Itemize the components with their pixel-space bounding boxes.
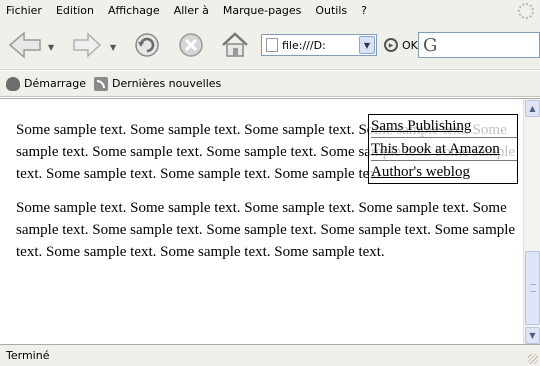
search-engine-icon[interactable]: G (423, 35, 437, 56)
forward-button[interactable] (72, 30, 102, 60)
menu-affichage[interactable]: Affichage (108, 0, 160, 22)
resize-grip-icon[interactable] (528, 354, 538, 364)
paragraph: Some sample text. Some sample text. Some… (16, 200, 516, 260)
menu-fichier[interactable]: Fichier (6, 0, 42, 22)
link-sams-publishing[interactable]: Sams Publishing (371, 115, 517, 138)
forward-dropdown-icon[interactable]: ▼ (110, 43, 116, 52)
home-icon (222, 32, 248, 57)
bookmark-demarrage[interactable]: Démarrage (6, 76, 87, 91)
url-text[interactable]: file:///D: (282, 39, 359, 52)
floating-link-box: Sams Publishing This book at Amazon Auth… (368, 114, 518, 184)
menu-outils[interactable]: Outils (315, 0, 347, 22)
rss-icon (94, 76, 109, 91)
search-bar[interactable]: G (418, 32, 540, 58)
status-text: Terminé (6, 349, 50, 362)
link-book-at-amazon[interactable]: This book at Amazon (371, 138, 517, 161)
go-icon: ▶ (384, 38, 398, 52)
bookmark-dernieres-nouvelles[interactable]: Dernières nouvelles (94, 76, 222, 91)
bookmark-demarrage-label: Démarrage (24, 77, 87, 90)
link-authors-weblog[interactable]: Author's weblog (371, 161, 517, 183)
bookmark-dernieres-nouvelles-label: Dernières nouvelles (112, 77, 222, 90)
bookmarks-toolbar: Démarrage Dernières nouvelles (0, 71, 540, 97)
page-viewport: Some sample text. Some sample text. Some… (0, 98, 540, 344)
back-button[interactable] (8, 30, 42, 60)
go-button[interactable]: ▶ OK (384, 34, 418, 56)
reload-button[interactable] (132, 30, 162, 60)
menu-aller-a[interactable]: Aller à (174, 0, 209, 22)
scroll-thumb[interactable] (525, 251, 540, 325)
go-label: OK (402, 38, 418, 52)
throbber-icon (518, 3, 534, 19)
home-button[interactable] (220, 30, 250, 60)
navigation-toolbar: ▼ ▼ file:///D: ▼ ▶ OK G (0, 22, 540, 70)
url-bar[interactable]: file:///D: ▼ (261, 34, 377, 56)
menu-edition[interactable]: Edition (56, 0, 94, 22)
status-bar: Terminé (0, 344, 540, 366)
vertical-scrollbar[interactable]: ▲ ▼ (523, 99, 540, 344)
menu-marque-pages[interactable]: Marque-pages (223, 0, 301, 22)
back-dropdown-icon[interactable]: ▼ (48, 43, 54, 52)
reload-icon (135, 33, 159, 57)
page-icon (266, 38, 278, 52)
forward-arrow-icon (73, 32, 102, 58)
url-history-dropdown[interactable]: ▼ (359, 36, 375, 54)
scroll-up-button[interactable]: ▲ (525, 100, 540, 117)
start-icon (6, 76, 20, 91)
menu-bar: Fichier Edition Affichage Aller à Marque… (0, 0, 540, 22)
back-arrow-icon (8, 31, 41, 59)
menu-help[interactable]: ? (361, 0, 367, 22)
stop-button[interactable] (176, 30, 206, 60)
stop-icon (179, 33, 203, 57)
scroll-grip-icon (530, 284, 536, 292)
scroll-down-button[interactable]: ▼ (525, 327, 540, 344)
